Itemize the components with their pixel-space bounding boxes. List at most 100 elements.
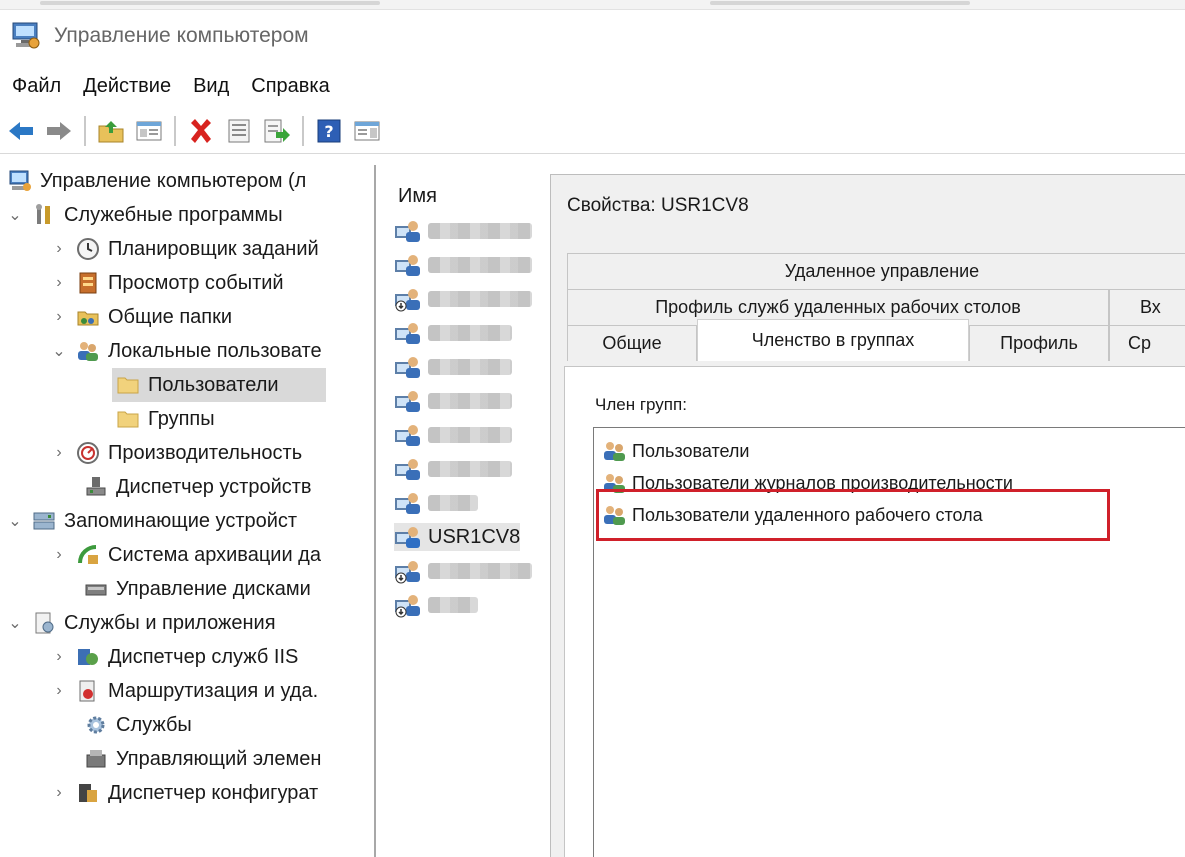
user-row[interactable] [394, 557, 532, 585]
config-manager-icon [76, 781, 100, 805]
chevron-right-icon[interactable]: › [48, 306, 70, 328]
tree-item-label: Локальные пользовате [108, 339, 322, 362]
tree-item-routing[interactable]: › Маршрутизация и уда. [48, 674, 318, 708]
back-arrow-icon[interactable] [4, 114, 38, 148]
tree-item-label: Планировщик заданий [108, 237, 319, 260]
chevron-right-icon[interactable]: › [48, 238, 70, 260]
tree-item-device-manager[interactable]: Диспетчер устройств [84, 470, 312, 504]
tab-environment[interactable]: Ср [1109, 325, 1185, 361]
user-icon [394, 218, 422, 244]
chevron-right-icon[interactable]: › [48, 544, 70, 566]
svg-text:?: ? [324, 122, 333, 141]
tab-member-of[interactable]: Членство в группах [697, 319, 969, 361]
tree-item-wmi-control[interactable]: Управляющий элемен [84, 742, 321, 776]
wmi-icon [84, 747, 108, 771]
redacted-user-name [428, 427, 512, 443]
tab-general[interactable]: Общие [567, 325, 697, 361]
tree-item-disk-management[interactable]: Управление дисками [84, 572, 311, 606]
tree-item-iis-manager[interactable]: › Диспетчер служб IIS [48, 640, 298, 674]
services-apps-icon [32, 611, 56, 635]
redacted-user-name [428, 495, 478, 511]
tree-item-label: Группы [148, 407, 215, 430]
tree-item-label: Диспетчер устройств [116, 475, 312, 498]
tree-item-services-apps[interactable]: ⌄ Службы и приложения [4, 606, 276, 640]
properties-icon[interactable] [222, 114, 256, 148]
tree-item-label: Производительность [108, 441, 303, 464]
disabled-user-icon [394, 558, 422, 584]
performance-icon [76, 441, 100, 465]
chevron-down-icon[interactable]: ⌄ [4, 612, 26, 634]
chevron-right-icon[interactable]: › [48, 442, 70, 464]
tree-item-task-scheduler[interactable]: › Планировщик заданий [48, 232, 319, 266]
user-row[interactable] [394, 591, 478, 619]
users-icon [76, 339, 100, 363]
title-bar: Управление компьютером [0, 12, 1185, 60]
user-row[interactable] [394, 489, 478, 517]
tree-item-users[interactable]: Пользователи [112, 368, 326, 402]
folder-icon [116, 407, 140, 431]
tree-item-performance[interactable]: › Производительность [48, 436, 302, 470]
chevron-right-icon[interactable]: › [48, 646, 70, 668]
menu-file[interactable]: Файл [12, 75, 61, 98]
redacted-user-name [428, 359, 512, 375]
chevron-down-icon[interactable]: ⌄ [4, 510, 26, 532]
delete-icon[interactable] [184, 114, 218, 148]
menu-action[interactable]: Действие [83, 75, 171, 98]
disk-icon [84, 577, 108, 601]
tree-item-shared-folders[interactable]: › Общие папки [48, 300, 232, 334]
chevron-right-icon[interactable]: › [48, 782, 70, 804]
tab-remote-control[interactable]: Удаленное управление [567, 253, 1185, 289]
forward-arrow-icon[interactable] [42, 114, 76, 148]
user-icon [394, 524, 422, 550]
tab-row-3: Общие Членство в группах Профиль Ср [567, 319, 1185, 361]
action-pane-icon[interactable] [350, 114, 384, 148]
export-list-icon[interactable] [260, 114, 294, 148]
tree-item-system-tools[interactable]: ⌄ Служебные программы [4, 198, 282, 232]
redacted-user-name [428, 563, 532, 579]
tree-item-event-viewer[interactable]: › Просмотр событий [48, 266, 284, 300]
tree-item-config-manager[interactable]: › Диспетчер конфигурат [48, 776, 318, 810]
tree-item-services[interactable]: Службы [84, 708, 192, 742]
up-folder-icon[interactable] [94, 114, 128, 148]
column-header-name[interactable]: Имя [398, 185, 437, 208]
chevron-down-icon[interactable]: ⌄ [4, 204, 26, 226]
tab-profile[interactable]: Профиль [969, 325, 1109, 361]
user-row[interactable]: USR1CV8 [394, 523, 521, 551]
tree-item-storage[interactable]: ⌄ Запоминающие устройст [4, 504, 297, 538]
user-row[interactable] [394, 319, 512, 347]
tree-item-local-users[interactable]: ⌄ Локальные пользовате [48, 334, 322, 368]
chevron-right-icon[interactable]: › [48, 680, 70, 702]
console-tree: Управление компьютером (л ⌄ Служебные пр… [0, 165, 376, 857]
redacted-user-name [428, 257, 532, 273]
chevron-down-icon[interactable]: ⌄ [48, 340, 70, 362]
user-row[interactable] [394, 251, 532, 279]
user-row[interactable] [394, 387, 512, 415]
user-name: USR1CV8 [428, 525, 521, 548]
user-row[interactable] [394, 285, 532, 313]
user-row[interactable] [394, 421, 512, 449]
user-row[interactable] [394, 455, 512, 483]
tree-item-computer-management[interactable]: Управление компьютером (л [8, 165, 306, 198]
chevron-right-icon[interactable]: › [48, 272, 70, 294]
group-item[interactable]: Пользователи [602, 436, 749, 466]
tree-item-label: Службы [116, 713, 192, 736]
show-hide-tree-icon[interactable] [132, 114, 166, 148]
tree-item-label: Управление компьютером (л [40, 169, 307, 192]
user-row[interactable] [394, 217, 532, 245]
menu-help[interactable]: Справка [251, 75, 329, 98]
window-title: Управление компьютером [54, 24, 309, 47]
user-list: Имя USR1CV8 [380, 165, 550, 857]
cropped-window-strip [0, 0, 1185, 10]
shared-folder-icon [76, 305, 100, 329]
user-row[interactable] [394, 353, 512, 381]
tree-item-groups[interactable]: Группы [116, 402, 215, 436]
redacted-user-name [428, 291, 532, 307]
toolbar-separator [84, 115, 86, 146]
tree-item-backup[interactable]: › Система архивации да [48, 538, 321, 572]
menu-view[interactable]: Вид [193, 75, 229, 98]
highlight-box [596, 489, 1110, 541]
tree-item-label: Маршрутизация и уда. [108, 679, 319, 702]
help-icon[interactable]: ? [312, 114, 346, 148]
redacted-user-name [428, 325, 512, 341]
tab-dial-in[interactable]: Вх [1109, 289, 1185, 325]
